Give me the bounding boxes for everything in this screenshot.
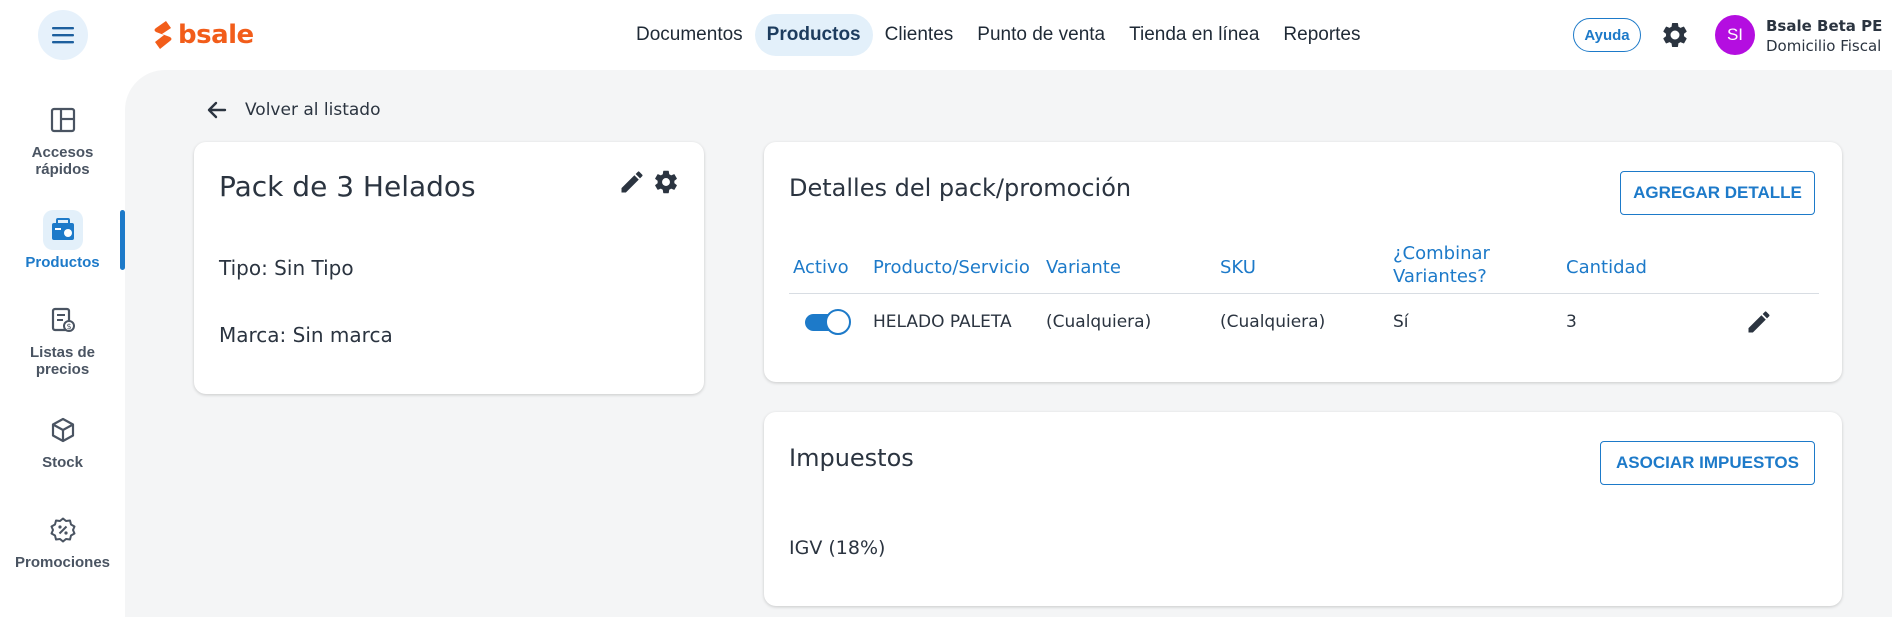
sidebar-item-label: Listas de precios xyxy=(29,344,96,378)
sidebar-item-promociones[interactable]: Promociones xyxy=(0,510,125,571)
svg-text:$: $ xyxy=(66,322,71,331)
product-title: Pack de 3 Helados xyxy=(219,170,476,203)
top-bar: bsale Documentos Productos Clientes Punt… xyxy=(0,0,1892,70)
hamburger-icon xyxy=(52,27,74,44)
nav-productos[interactable]: Productos xyxy=(754,14,873,56)
price-list-icon: $ xyxy=(43,300,83,340)
bsale-logo-icon xyxy=(154,21,172,49)
logo-text: bsale xyxy=(178,20,254,50)
main-content: Volver al listado Pack de 3 Helados Tipo… xyxy=(125,70,1892,617)
sidebar-item-label: Stock xyxy=(42,454,83,471)
product-type: Tipo: Sin Tipo xyxy=(219,256,354,280)
nav-documentos[interactable]: Documentos xyxy=(624,14,755,56)
column-header-activo: Activo xyxy=(793,257,849,278)
product-card: Pack de 3 Helados Tipo: Sin Tipo Marca: … xyxy=(194,142,704,394)
back-label: Volver al listado xyxy=(245,100,381,120)
cell-product: HELADO PALETA xyxy=(873,312,1012,332)
dashboard-icon xyxy=(43,100,83,140)
sidebar-item-productos[interactable]: Productos xyxy=(0,210,125,271)
sidebar-item-listas-de-precios[interactable]: $ Listas de precios xyxy=(0,300,125,378)
column-header-producto: Producto/Servicio xyxy=(873,257,1030,278)
nav-reportes[interactable]: Reportes xyxy=(1271,14,1372,56)
toggle-knob xyxy=(825,309,851,335)
taxes-title: Impuestos xyxy=(789,444,914,472)
bsale-logo[interactable]: bsale xyxy=(152,18,254,52)
back-to-list-link[interactable]: Volver al listado xyxy=(205,98,380,122)
sidebar-item-stock[interactable]: Stock xyxy=(0,410,125,471)
sidebar-item-label: Productos xyxy=(25,254,100,271)
table-header-row: Activo Producto/Servicio Variante SKU ¿C… xyxy=(789,242,1819,294)
cell-sku: (Cualquiera) xyxy=(1220,312,1326,332)
table-row: HELADO PALETA (Cualquiera) (Cualquiera) … xyxy=(789,294,1819,352)
sidebar-item-accesos-rapidos[interactable]: Accesos rápidos xyxy=(0,100,125,178)
active-toggle[interactable] xyxy=(805,309,851,335)
cell-quantity: 3 xyxy=(1566,312,1577,332)
associate-taxes-button[interactable]: ASOCIAR IMPUESTOS xyxy=(1600,441,1815,485)
user-avatar[interactable]: SI xyxy=(1715,15,1755,55)
nav-clientes[interactable]: Clientes xyxy=(873,14,966,56)
column-header-sku: SKU xyxy=(1220,257,1256,278)
column-header-cantidad: Cantidad xyxy=(1566,257,1647,278)
tax-item: IGV (18%) xyxy=(789,537,886,559)
settings-gear-icon[interactable] xyxy=(1660,20,1690,50)
column-header-combinar: ¿Combinar Variantes? xyxy=(1393,243,1490,287)
nav-punto-de-venta[interactable]: Punto de venta xyxy=(965,14,1117,56)
user-info[interactable]: Bsale Beta PE Domicilio Fiscal xyxy=(1766,16,1882,56)
cube-icon xyxy=(43,410,83,450)
main-nav: Documentos Productos Clientes Punto de v… xyxy=(624,14,1373,56)
edit-row-pencil-icon[interactable] xyxy=(1745,308,1773,336)
hamburger-menu-button[interactable] xyxy=(38,10,88,60)
product-brand: Marca: Sin marca xyxy=(219,323,393,347)
help-button[interactable]: Ayuda xyxy=(1573,18,1641,52)
pack-details-title: Detalles del pack/promoción xyxy=(789,174,1132,202)
product-settings-gear-icon[interactable] xyxy=(652,168,680,196)
cell-variant: (Cualquiera) xyxy=(1046,312,1152,332)
add-detail-button[interactable]: AGREGAR DETALLE xyxy=(1620,171,1815,215)
arrow-left-icon xyxy=(207,101,227,119)
nav-tienda-en-linea[interactable]: Tienda en línea xyxy=(1117,14,1271,56)
details-table: Activo Producto/Servicio Variante SKU ¿C… xyxy=(789,242,1819,352)
cell-combine: Sí xyxy=(1393,312,1409,332)
taxes-card: Impuestos ASOCIAR IMPUESTOS IGV (18%) xyxy=(764,412,1842,606)
user-name: Bsale Beta PE xyxy=(1766,17,1883,35)
edit-pencil-icon[interactable] xyxy=(618,168,646,196)
sidebar: Accesos rápidos Productos $ Listas de pr… xyxy=(0,70,125,617)
sidebar-item-label: Accesos rápidos xyxy=(31,144,94,178)
pack-details-card: Detalles del pack/promoción AGREGAR DETA… xyxy=(764,142,1842,382)
discount-badge-icon xyxy=(43,510,83,550)
user-branch: Domicilio Fiscal xyxy=(1766,37,1882,55)
products-icon xyxy=(42,210,83,250)
sidebar-item-label: Promociones xyxy=(14,554,111,571)
column-header-variante: Variante xyxy=(1046,257,1121,278)
